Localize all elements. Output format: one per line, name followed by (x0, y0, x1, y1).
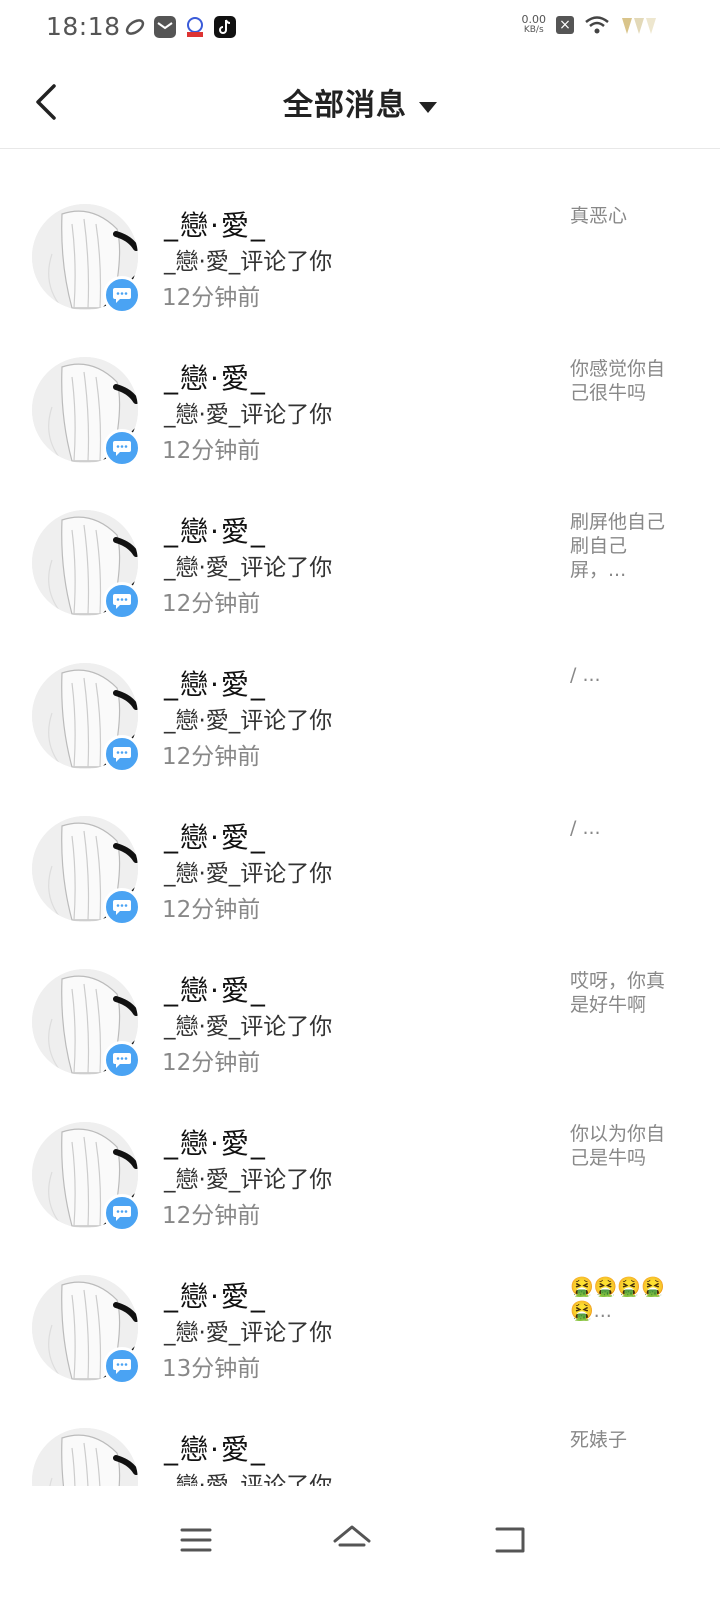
comment-preview: / ... (570, 664, 601, 686)
message-item[interactable]: _戀·愛_ _戀·愛_评论了你 12分钟前 哎呀，你真是好牛啊 (0, 969, 720, 1122)
message-time: 12分钟前 (162, 285, 261, 311)
sender-name: _戀·愛_ (164, 1433, 267, 1466)
comment-preview: 真恶心 (570, 205, 628, 227)
message-action: _戀·愛_评论了你 (164, 402, 333, 428)
status-bar: 18:18 0.00 KB/s × (0, 0, 720, 56)
home-icon (333, 1525, 371, 1547)
message-action: _戀·愛_评论了你 (164, 1473, 333, 1486)
message-time: 12分钟前 (162, 1050, 261, 1076)
link-app-icon (124, 16, 146, 38)
navigation-bar (0, 1486, 720, 1600)
sender-name: _戀·愛_ (164, 974, 267, 1007)
message-item[interactable]: _戀·愛_ _戀·愛_评论了你 12分钟前 你感觉你自己很牛吗 (0, 357, 720, 510)
comment-preview: 死婊子 (570, 1429, 628, 1451)
comment-preview: 你感觉你自己很牛吗 (570, 358, 666, 404)
message-action: _戀·愛_评论了你 (164, 708, 333, 734)
sender-name: _戀·愛_ (164, 1280, 267, 1313)
message-item[interactable]: _戀·愛_ _戀·愛_评论了你 12分钟前 刷屏他自己刷自己屏，... (0, 510, 720, 663)
comment-badge-icon (103, 888, 141, 926)
header: 全部消息 (0, 56, 720, 149)
menu-button[interactable] (166, 1510, 226, 1570)
message-action: _戀·愛_评论了你 (164, 1167, 333, 1193)
sender-name: _戀·愛_ (164, 821, 267, 854)
comment-badge-icon (103, 429, 141, 467)
partial-avatar (46, 149, 122, 157)
message-action: _戀·愛_评论了你 (164, 861, 333, 887)
system-back-button[interactable] (480, 1510, 540, 1570)
tiktok-app-icon (214, 16, 236, 38)
caret-down-icon (419, 102, 437, 113)
comment-badge-icon (103, 735, 141, 773)
message-time: 12分钟前 (162, 591, 261, 617)
sender-name: _戀·愛_ (164, 1127, 267, 1160)
comment-preview: 哎呀，你真是好牛啊 (570, 970, 666, 1016)
back-icon (495, 1527, 525, 1553)
message-item[interactable]: _戀·愛_ _戀·愛_评论了你 12分钟前 / ... (0, 663, 720, 816)
comment-preview: / ... (570, 817, 601, 839)
message-action: _戀·愛_评论了你 (164, 249, 333, 275)
comment-badge-icon (103, 582, 141, 620)
comment-badge-icon (103, 276, 141, 314)
avatar[interactable] (32, 1428, 138, 1486)
message-item[interactable]: _戀·愛_ _戀·愛_评论了你 12分钟前 真恶心 (0, 204, 720, 357)
comment-preview: 你以为你自己是牛吗 (570, 1123, 666, 1169)
title-dropdown[interactable]: 全部消息 (0, 80, 720, 124)
message-time: 12分钟前 (162, 1203, 261, 1229)
network-speed-unit: KB/s (523, 25, 544, 35)
message-action: _戀·愛_评论了你 (164, 555, 333, 581)
status-app-icons (124, 16, 236, 38)
no-sim-icon: × (556, 16, 574, 34)
wifi-icon (585, 16, 609, 34)
message-time: 13分钟前 (162, 1356, 261, 1382)
signal-icon (622, 18, 656, 34)
status-time: 18:18 (46, 12, 121, 41)
message-time: 12分钟前 (162, 744, 261, 770)
message-item[interactable]: _戀·愛_ _戀·愛_评论了你 死婊子 (0, 1428, 720, 1486)
message-item[interactable]: _戀·愛_ _戀·愛_评论了你 12分钟前 你以为你自己是牛吗 (0, 1122, 720, 1275)
tieba-app-icon (184, 16, 206, 38)
comment-badge-icon (103, 1194, 141, 1232)
message-time: 12分钟前 (162, 438, 261, 464)
message-action: _戀·愛_评论了你 (164, 1320, 333, 1346)
sender-name: _戀·愛_ (164, 515, 267, 548)
network-speed: 0.00 KB/s (522, 14, 547, 36)
message-action: _戀·愛_评论了你 (164, 1014, 333, 1040)
comment-badge-icon (103, 1041, 141, 1079)
comment-preview: 🤮🤮🤮🤮🤮... (570, 1276, 665, 1322)
home-button[interactable] (322, 1510, 382, 1570)
sender-name: _戀·愛_ (164, 209, 267, 242)
message-item[interactable]: _戀·愛_ _戀·愛_评论了你 12分钟前 / ... (0, 816, 720, 969)
menu-icon (180, 1528, 212, 1552)
sender-name: _戀·愛_ (164, 668, 267, 701)
mail-app-icon (154, 16, 176, 38)
message-time: 12分钟前 (162, 897, 261, 923)
message-list[interactable]: _戀·愛_ _戀·愛_评论了你 12分钟前 真恶心 _戀·愛_ _戀·愛_评论了你 12分钟… (0, 149, 720, 1486)
network-speed-value: 0.00 (521, 13, 547, 26)
comment-badge-icon (103, 1347, 141, 1385)
comment-preview: 刷屏他自己刷自己屏，... (570, 511, 666, 581)
message-item[interactable]: _戀·愛_ _戀·愛_评论了你 13分钟前 🤮🤮🤮🤮🤮... (0, 1275, 720, 1428)
sender-name: _戀·愛_ (164, 362, 267, 395)
page-title: 全部消息 (283, 88, 407, 123)
status-indicators: 0.00 KB/s × (522, 14, 661, 36)
